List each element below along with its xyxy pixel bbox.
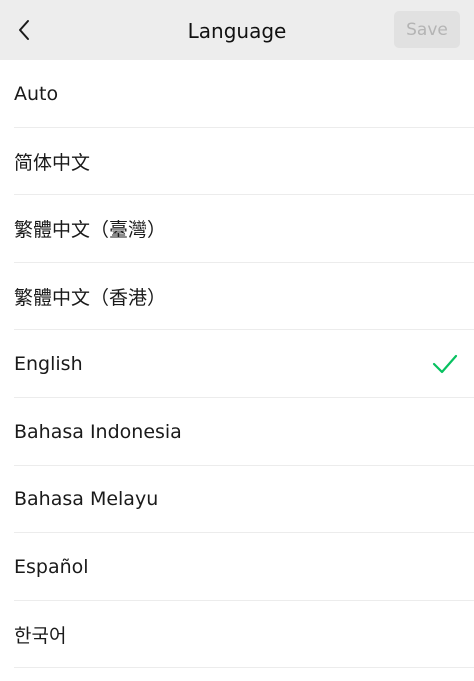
save-button[interactable]: Save [394, 11, 460, 48]
language-label: Auto [14, 82, 59, 105]
language-option-traditional-chinese-taiwan[interactable]: 繁體中文（臺灣） [0, 195, 474, 263]
language-option-traditional-chinese-hongkong[interactable]: 繁體中文（香港） [0, 263, 474, 331]
language-label: Bahasa Melayu [14, 488, 159, 511]
language-option-espanol[interactable]: Español [0, 533, 474, 601]
check-icon [432, 355, 458, 374]
language-label: 繁體中文（香港） [14, 287, 167, 310]
language-option-auto[interactable]: Auto [0, 60, 474, 128]
back-button[interactable] [0, 0, 48, 60]
language-option-bahasa-indonesia[interactable]: Bahasa Indonesia [0, 398, 474, 466]
language-label: English [14, 353, 83, 376]
language-label: 繁體中文（臺灣） [14, 219, 167, 242]
language-label: Bahasa Indonesia [14, 420, 182, 443]
language-label: 简体中文 [14, 151, 91, 174]
language-list: Auto 简体中文 繁體中文（臺灣） 繁體中文（香港） English Baha… [0, 60, 474, 668]
language-option-simplified-chinese[interactable]: 简体中文 [0, 128, 474, 196]
nav-bar: Language Save [0, 0, 474, 60]
language-option-korean[interactable]: 한국어 [0, 601, 474, 669]
language-option-bahasa-melayu[interactable]: Bahasa Melayu [0, 466, 474, 534]
language-option-english[interactable]: English [0, 330, 474, 398]
language-label: 한국어 [14, 625, 67, 648]
language-label: Español [14, 555, 89, 578]
language-settings-screen: Language Save Auto 简体中文 繁體中文（臺灣） 繁體中文（香港… [0, 0, 474, 681]
chevron-left-icon [19, 20, 29, 40]
